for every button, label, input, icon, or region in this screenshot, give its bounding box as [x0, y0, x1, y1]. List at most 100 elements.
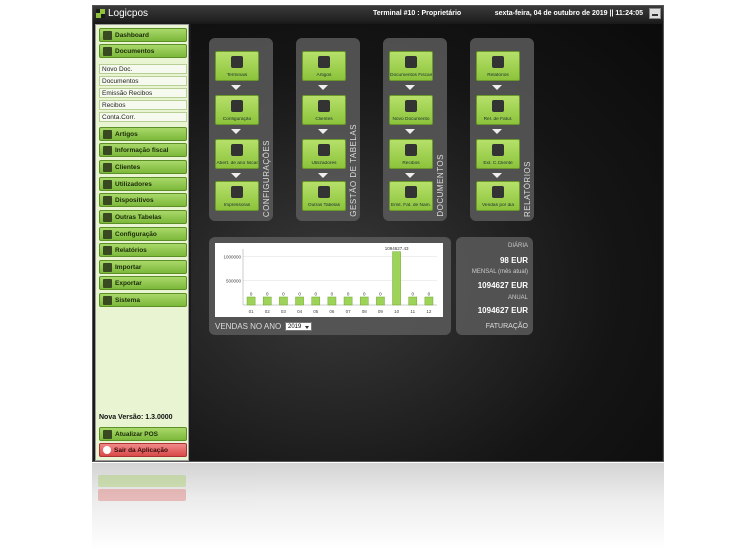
sidebar-item-relatorios[interactable]: Relatórios	[99, 243, 187, 257]
chart-bar	[246, 296, 256, 306]
exit-app-button[interactable]: Sair da Aplicação	[99, 443, 187, 457]
sales-chart-svg: 1000000500000001002003004005006007008009…	[223, 246, 437, 314]
sidebar-item-dispositivos[interactable]: Dispositivos	[99, 193, 187, 207]
year-select[interactable]: 2019	[285, 322, 312, 331]
sidebar-item-utilizadores[interactable]: Utilizadores	[99, 177, 187, 191]
tile-terminais[interactable]: Terminais	[215, 51, 259, 81]
dashboard-button[interactable]: Dashboard	[99, 28, 187, 42]
tile-impressoras[interactable]: Impressoras	[215, 181, 259, 211]
tile-vendas-por-dia[interactable]: Vendas por dia	[476, 181, 520, 211]
x-tick-label: 05	[313, 309, 319, 314]
sidebar-item-configuracao[interactable]: Configuração	[99, 227, 187, 241]
chart-bar	[327, 296, 337, 306]
chart-bar	[392, 251, 401, 306]
terminal-icon	[231, 56, 243, 68]
arrow-down-icon	[492, 85, 502, 90]
sidebar-item-informacao-fiscal[interactable]: Informação fiscal	[99, 143, 187, 157]
printer-icon	[231, 186, 243, 198]
grid-icon	[318, 56, 330, 68]
x-tick-label: 09	[378, 309, 384, 314]
x-tick-label: 06	[329, 309, 335, 314]
billing-title: FATURAÇÃO	[485, 323, 528, 330]
update-icon	[103, 429, 112, 439]
power-icon	[103, 446, 111, 454]
subitem-novo-doc[interactable]: Novo Doc.	[99, 64, 187, 74]
tile-clientes[interactable]: Clientes	[302, 95, 346, 125]
gear-icon	[231, 100, 243, 112]
version-label: Nova Versão: 1.3.0000	[99, 414, 173, 421]
receipt-icon	[405, 144, 417, 156]
subitem-emissao-recibos[interactable]: Emissão Recibos	[99, 88, 187, 98]
billing-panel: DIÁRIA 98 EUR MENSAL (mês atual) 1094627…	[456, 237, 533, 335]
sales-label: VENDAS NO ANO	[215, 322, 282, 331]
import-icon	[103, 262, 112, 272]
column-title: RELATÓRIOS	[523, 161, 532, 217]
column-title: CONFIGURAÇÕES	[262, 139, 271, 217]
arrow-down-icon	[318, 173, 328, 178]
documents-button[interactable]: Documentos	[99, 44, 187, 58]
bar-value-label: 1094627.43	[385, 246, 409, 251]
minimize-button[interactable]	[649, 8, 661, 19]
tile-ext-c-cliente[interactable]: Ext. C.Cliente	[476, 139, 520, 169]
subitem-conta-corr[interactable]: Conta.Corr.	[99, 112, 187, 122]
dollar-icon	[103, 145, 112, 155]
user-icon	[103, 179, 112, 189]
subitem-documentos[interactable]: Documentos	[99, 76, 187, 86]
window-reflection	[92, 463, 664, 550]
list-icon	[103, 212, 112, 222]
column-documentos: Documentos Fiscais Novo Documento Recibo…	[383, 38, 447, 221]
sidebar-item-exportar[interactable]: Exportar	[99, 276, 187, 290]
tile-artigos[interactable]: Artigos	[302, 51, 346, 81]
arrow-down-icon	[492, 129, 502, 134]
report-icon	[492, 144, 504, 156]
logo-text: Logicpos	[108, 8, 149, 19]
sidebar-item-artigos[interactable]: Artigos	[99, 127, 187, 141]
documents-icon	[103, 46, 112, 56]
bar-value-label: 0	[428, 292, 431, 297]
bar-value-label: 0	[347, 292, 350, 297]
chart-bar	[295, 296, 304, 306]
tile-novo-documento[interactable]: Novo Documento	[389, 95, 433, 125]
tile-outras-tabelas[interactable]: Outras Tabelas	[302, 181, 346, 211]
column-title: GESTÃO DE TABELAS	[349, 124, 358, 217]
sidebar-item-sistema[interactable]: Sistema	[99, 293, 187, 307]
chart-bar	[424, 296, 434, 306]
sidebar-item-outras-tabelas[interactable]: Outras Tabelas	[99, 210, 187, 224]
x-tick-label: 03	[281, 309, 287, 314]
tile-recibos[interactable]: Recibos	[389, 139, 433, 169]
column-gestao-tabelas: Artigos Clientes Utilizadores Outras Tab…	[296, 38, 360, 221]
column-configuracoes: Terminais Configuração Abert. de ano fis…	[209, 38, 273, 221]
reflection-exit-button	[98, 489, 186, 501]
sidebar-item-clientes[interactable]: Clientes	[99, 160, 187, 174]
x-tick-label: 12	[426, 309, 432, 314]
report-icon	[492, 100, 504, 112]
tile-utilizadores[interactable]: Utilizadores	[302, 139, 346, 169]
daily-value: 98 EUR	[499, 256, 528, 265]
arrow-down-icon	[231, 85, 241, 90]
tile-abertura-ano-fiscal[interactable]: Abert. de ano fiscal	[215, 139, 259, 169]
tile-rel-faturacao[interactable]: Rel. de Fatur.	[476, 95, 520, 125]
sidebar-item-importar[interactable]: Importar	[99, 260, 187, 274]
report-icon	[492, 56, 504, 68]
chart-bar	[359, 296, 369, 306]
app-window: Logicpos Terminal #10 : Proprietário sex…	[92, 5, 664, 462]
bar-value-label: 0	[411, 292, 414, 297]
subitem-recibos[interactable]: Recibos	[99, 100, 187, 110]
sales-chart: 1000000 500000 0 01 0 02 0 03 0 04 0 05 0 06 0 07 0 08 0 09…	[215, 243, 443, 317]
report-icon	[103, 245, 112, 255]
user-icon	[318, 100, 330, 112]
chart-icon	[405, 186, 417, 198]
tile-documentos-fiscais[interactable]: Documentos Fiscais	[389, 51, 433, 81]
x-tick-label: 07	[346, 309, 352, 314]
chart-bar	[376, 296, 385, 306]
arrow-down-icon	[405, 129, 415, 134]
tile-emit-fat[interactable]: Emit. Fat. de Nam.	[389, 181, 433, 211]
daily-label: DIÁRIA	[507, 243, 528, 249]
export-icon	[103, 278, 112, 288]
tile-configuracao[interactable]: Configuração	[215, 95, 259, 125]
user-icon	[103, 162, 112, 172]
bar-value-label: 0	[298, 292, 301, 297]
tile-relatorios[interactable]: Relatórios	[476, 51, 520, 81]
update-pos-button[interactable]: Atualizar POS	[99, 427, 187, 441]
column-title: DOCUMENTOS	[436, 154, 445, 217]
